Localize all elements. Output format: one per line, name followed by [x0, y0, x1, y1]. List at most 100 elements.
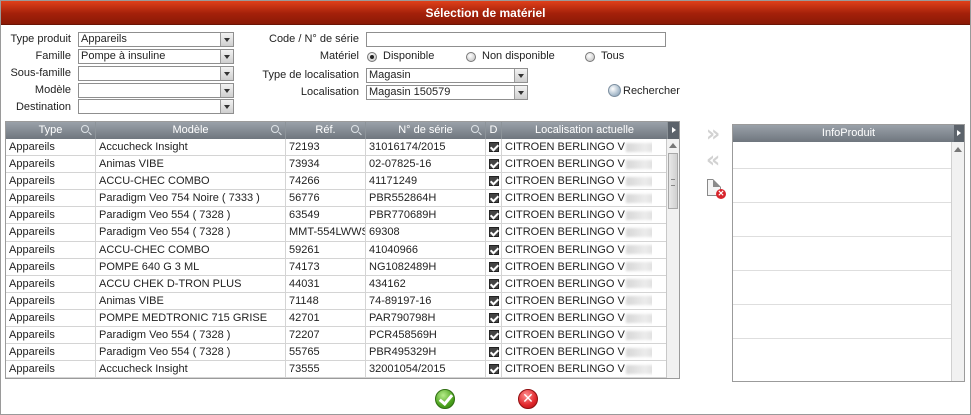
- cell-modele: Paradigm Veo 554 ( 7328 ): [96, 327, 286, 345]
- column-header-serie[interactable]: N° de série: [366, 122, 486, 139]
- checkbox-checked-icon[interactable]: [489, 261, 499, 272]
- chevron-down-icon[interactable]: [514, 69, 527, 82]
- checkbox-checked-icon[interactable]: [489, 295, 499, 306]
- radio-unchecked-icon[interactable]: [466, 51, 476, 62]
- checkbox-checked-icon[interactable]: [489, 364, 499, 375]
- table-row[interactable]: Appareils POMPE 640 G 3 ML 74173 NG1082489H…: [6, 258, 666, 276]
- cell-localisation: CITROEN BERLINGO V: [502, 344, 652, 361]
- double-chevron-left-icon[interactable]: «: [706, 150, 720, 172]
- table-row[interactable]: Appareils ACCU CHEK D-TRON PLUS 44031 43416…: [6, 275, 666, 293]
- checkbox-checked-icon[interactable]: [489, 159, 499, 170]
- scroll-thumb[interactable]: [668, 153, 678, 209]
- table-row[interactable]: Appareils POMPE MEDTRONIC 715 GRISE 42701 P…: [6, 309, 666, 328]
- redacted-text: [625, 159, 652, 169]
- column-header-type[interactable]: Type: [6, 122, 96, 139]
- type-produit-select[interactable]: Appareils: [78, 32, 234, 47]
- globe-icon[interactable]: [608, 84, 621, 97]
- checkbox-checked-icon[interactable]: [489, 210, 499, 221]
- redacted-text: [625, 142, 652, 152]
- column-header-modele[interactable]: Modèle: [96, 122, 286, 139]
- cell-modele: Paradigm Veo 554 ( 7328 ): [96, 224, 286, 242]
- table-row[interactable]: Appareils ACCU-CHEC COMBO 59261 41040966 CIT…: [6, 241, 666, 259]
- radio-checked-icon[interactable]: [367, 51, 377, 62]
- table-row[interactable]: Appareils Animas VIBE 73934 02-07825-16 CITR…: [6, 156, 666, 174]
- search-icon[interactable]: [351, 125, 359, 133]
- destination-select[interactable]: [78, 99, 234, 114]
- chevron-down-icon[interactable]: [220, 84, 233, 97]
- cell-modele: POMPE MEDTRONIC 715 GRISE: [96, 309, 286, 327]
- column-header-ref[interactable]: Réf.: [286, 122, 366, 139]
- cell-modele: ACCU-CHEC COMBO: [96, 173, 286, 191]
- column-header-localisation[interactable]: Localisation actuelle: [502, 122, 668, 139]
- table-row[interactable]: Appareils Accucheck Insight 73555 32001054/…: [6, 361, 666, 378]
- divider: [733, 270, 951, 271]
- checkbox-checked-icon[interactable]: [489, 278, 499, 289]
- chevron-right-icon[interactable]: [668, 122, 679, 139]
- checkbox-checked-icon[interactable]: [489, 347, 499, 358]
- modele-select[interactable]: [78, 83, 234, 98]
- search-icon[interactable]: [271, 125, 279, 133]
- chevron-down-icon[interactable]: [220, 33, 233, 46]
- table-row[interactable]: Appareils Paradigm Veo 754 Noire ( 7333 )…: [6, 190, 666, 208]
- chevron-down-icon[interactable]: [220, 100, 233, 113]
- chevron-down-icon[interactable]: [220, 50, 233, 63]
- checkbox-checked-icon[interactable]: [489, 244, 499, 255]
- cell-modele: ACCU-CHEC COMBO: [96, 241, 286, 259]
- double-chevron-right-icon[interactable]: »: [706, 124, 720, 146]
- table-row[interactable]: Appareils Paradigm Veo 554 ( 7328 ) 63549 P…: [6, 207, 666, 225]
- cancel-button[interactable]: ✕: [518, 389, 538, 409]
- checkbox-checked-icon[interactable]: [489, 330, 499, 341]
- localisation-text: CITROEN BERLINGO V: [505, 363, 625, 376]
- redacted-text: [625, 262, 652, 272]
- move-right-button[interactable]: »: [706, 124, 728, 146]
- search-button[interactable]: Rechercher: [608, 84, 680, 97]
- checkbox-checked-icon[interactable]: [489, 193, 499, 204]
- localisation-text: CITROEN BERLINGO V: [505, 158, 625, 171]
- code-serie-input[interactable]: [366, 32, 666, 47]
- famille-select[interactable]: Pompe à insuline: [78, 49, 234, 64]
- cell-serie: 32001054/2015: [366, 361, 486, 378]
- table-row[interactable]: Appareils Paradigm Veo 554 ( 7328 ) 55765 P…: [6, 344, 666, 362]
- checkbox-checked-icon[interactable]: [489, 312, 499, 323]
- cell-modele: Accucheck Insight: [96, 361, 286, 378]
- checkbox-checked-icon[interactable]: [489, 227, 499, 238]
- move-left-button[interactable]: «: [706, 150, 728, 172]
- vertical-scrollbar[interactable]: [666, 139, 679, 378]
- chevron-right-icon[interactable]: [954, 125, 964, 142]
- cell-serie: PBR552864H: [366, 190, 486, 208]
- checkbox-checked-icon[interactable]: [489, 176, 499, 187]
- radio-tous[interactable]: Tous: [585, 50, 624, 63]
- cell-serie: PAR790798H: [366, 309, 486, 327]
- cell-localisation: CITROEN BERLINGO V: [502, 310, 652, 327]
- checkbox-checked-icon[interactable]: [489, 142, 499, 152]
- document-remove-icon[interactable]: ✕: [707, 179, 726, 199]
- chevron-down-icon[interactable]: [514, 86, 527, 99]
- table-row[interactable]: Appareils Animas VIBE 71148 74-89197-16 CITR…: [6, 292, 666, 310]
- scroll-up-icon[interactable]: [668, 141, 678, 151]
- localisation-select[interactable]: Magasin 150579: [366, 85, 528, 100]
- vertical-scrollbar[interactable]: [951, 142, 964, 381]
- divider: [733, 338, 951, 339]
- radio-unchecked-icon[interactable]: [585, 51, 595, 62]
- cell-serie: 31016174/2015: [366, 139, 486, 156]
- table-row[interactable]: Appareils Paradigm Veo 554 ( 7328 ) MMT-55…: [6, 224, 666, 242]
- localisation-text: CITROEN BERLINGO V: [505, 192, 625, 205]
- localisation-text: CITROEN BERLINGO V: [505, 243, 625, 256]
- famille-value: Pompe à insuline: [81, 50, 166, 62]
- table-row[interactable]: Appareils Accucheck Insight 72193 31016174/…: [6, 139, 666, 157]
- column-header-d[interactable]: D: [486, 122, 502, 139]
- table-row[interactable]: Appareils ACCU-CHEC COMBO 74266 41171249 CIT…: [6, 173, 666, 191]
- ok-button[interactable]: [435, 389, 455, 409]
- chevron-down-icon[interactable]: [220, 67, 233, 80]
- radio-non-disponible[interactable]: Non disponible: [466, 50, 555, 63]
- type-localisation-select[interactable]: Magasin: [366, 68, 528, 83]
- divider: [733, 304, 951, 305]
- search-icon[interactable]: [471, 125, 479, 133]
- cell-localisation: CITROEN BERLINGO V: [502, 224, 652, 241]
- table-row[interactable]: Appareils Paradigm Veo 554 ( 7328 ) 72207 P…: [6, 327, 666, 345]
- search-label[interactable]: Rechercher: [623, 85, 680, 97]
- sous-famille-select[interactable]: [78, 66, 234, 81]
- search-icon[interactable]: [81, 125, 89, 133]
- cell-type: Appareils: [6, 361, 96, 378]
- radio-disponible[interactable]: Disponible: [367, 50, 434, 63]
